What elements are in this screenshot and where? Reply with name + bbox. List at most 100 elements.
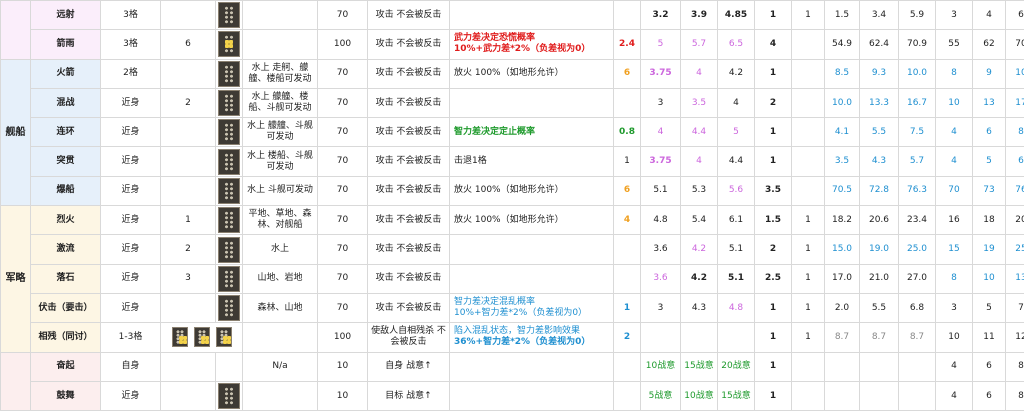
result-cell: 76 [1006,176,1024,205]
multiplier-cell: 4.8 [718,293,755,322]
skill-name: 突贯 [31,147,101,176]
description-cell: 使敌人自相残杀 不会被反击 [368,323,450,352]
turn-cell: 1 [755,323,792,352]
turn-cell: 4 [755,30,792,59]
result-cell: 11 [973,323,1006,352]
result-cell: 7 [1006,293,1024,322]
multiplier-cell: 5.1 [718,235,755,264]
multiplier-cell: 4.8 [641,206,681,235]
stat-cell: 5.5 [860,118,899,147]
unit-cell: 1 [792,323,825,352]
formation-cell [216,59,243,88]
eval-cell: 2 [614,323,641,352]
multiplier-cell: 5 [718,118,755,147]
effect-cell: 智力差决定定止概率 [450,118,614,147]
formation-cell [216,293,243,322]
stat-cell: 5.9 [899,1,936,30]
eval-cell [614,264,641,293]
description-cell: 攻击 不会被反击 [368,118,450,147]
stat-cell: 16.7 [899,88,936,117]
multiplier-cell: 3 [641,88,681,117]
effect-cell: 武力差决定恐慌概率10%+武力差*2%（负差视为0） [450,30,614,59]
stat-cell: 10.0 [825,88,860,117]
multiplier-cell [718,323,755,352]
cost-cell: 70 [318,293,368,322]
unit-cell [792,59,825,88]
eval-cell: 1 [614,147,641,176]
formation-icon [218,90,240,116]
result-cell: 9 [973,59,1006,88]
range-cell: 近身 [101,88,161,117]
cost-cell: 70 [318,264,368,293]
effect-text: 智力差决定定止概率 [454,127,535,137]
unit-cell [792,30,825,59]
table-row: 伏击（要击）近身森林、山地70攻击 不会被反击智力差决定混乱概率10%+智力差*… [1,293,1024,322]
stat-cell [825,352,860,381]
cost-cell: 70 [318,88,368,117]
unit-cell [792,147,825,176]
skill-name: 远射 [31,1,101,30]
result-cell: 4 [936,352,973,381]
multiplier-cell: 4.3 [681,293,718,322]
multiplier-cell: 5 [641,30,681,59]
result-cell: 73 [973,176,1006,205]
formation-icon [218,119,240,145]
stat-cell: 3.5 [825,147,860,176]
skill-name: 伏击（要击） [31,293,101,322]
value-cell [161,176,216,205]
turn-cell: 2 [755,88,792,117]
terrain-cell: 水上 楼船、斗舰可发动 [243,147,318,176]
multiplier-cell: 4 [681,147,718,176]
result-cell: 10 [1006,59,1024,88]
effect-cell [450,88,614,117]
effect-text: 36%+智力差*2%（负差视为0） [454,337,590,347]
eval-cell [614,381,641,410]
effect-cell: 放火 100%（如地形允许） [450,206,614,235]
range-cell: 近身 [101,147,161,176]
effect-cell [450,1,614,30]
multiplier-cell: 4 [718,88,755,117]
description-cell: 攻击 不会被反击 [368,30,450,59]
formation-cell [216,264,243,293]
table-row: 箭雨3格6100攻击 不会被反击武力差决定恐慌概率10%+武力差*2%（负差视为… [1,30,1024,59]
stat-cell [899,352,936,381]
terrain-cell: 平地、草地、森林、对舰船 [243,206,318,235]
multiplier-cell: 4.4 [718,147,755,176]
result-cell: 8 [936,59,973,88]
multiplier-cell: 5.6 [718,176,755,205]
stat-cell: 3.4 [860,1,899,30]
stat-cell: 13.3 [860,88,899,117]
formation-cell [216,235,243,264]
skill-table: 远射3格70攻击 不会被反击3.23.94.85111.53.45.9346箭雨… [0,0,1024,411]
range-cell: 近身 [101,235,161,264]
eval-cell: 4 [614,206,641,235]
group-label: 军略 [1,206,31,352]
result-cell: 10 [936,323,973,352]
table-row: 混战近身2水上 艨艟、楼船、斗舰可发动70攻击 不会被反击33.54210.01… [1,88,1024,117]
stat-cell: 4.3 [860,147,899,176]
value-cell [161,1,216,30]
terrain-cell: 森林、山地 [243,293,318,322]
turn-cell: 2.5 [755,264,792,293]
stat-cell: 5.5 [860,293,899,322]
value-cell: 6 [161,30,216,59]
value-cell [161,147,216,176]
multiplier-cell: 4.2 [718,59,755,88]
cost-cell: 70 [318,118,368,147]
effect-text: 智力差决定混乱概率 [454,297,535,307]
eval-cell [614,88,641,117]
range-cell: 近身 [101,293,161,322]
description-cell: 攻击 不会被反击 [368,1,450,30]
cost-cell: 100 [318,323,368,352]
table-row: 军略烈火近身1平地、草地、森林、对舰船70攻击 不会被反击放火 100%（如地形… [1,206,1024,235]
turn-cell: 1.5 [755,206,792,235]
stat-cell: 1.5 [825,1,860,30]
formation-icon [218,207,240,233]
formation-cell [216,118,243,147]
terrain-cell [243,30,318,59]
unit-cell: 1 [792,235,825,264]
group-label [1,1,31,60]
result-cell: 8 [1006,118,1024,147]
turn-cell: 1 [755,352,792,381]
description-cell: 目标 战意↑ [368,381,450,410]
